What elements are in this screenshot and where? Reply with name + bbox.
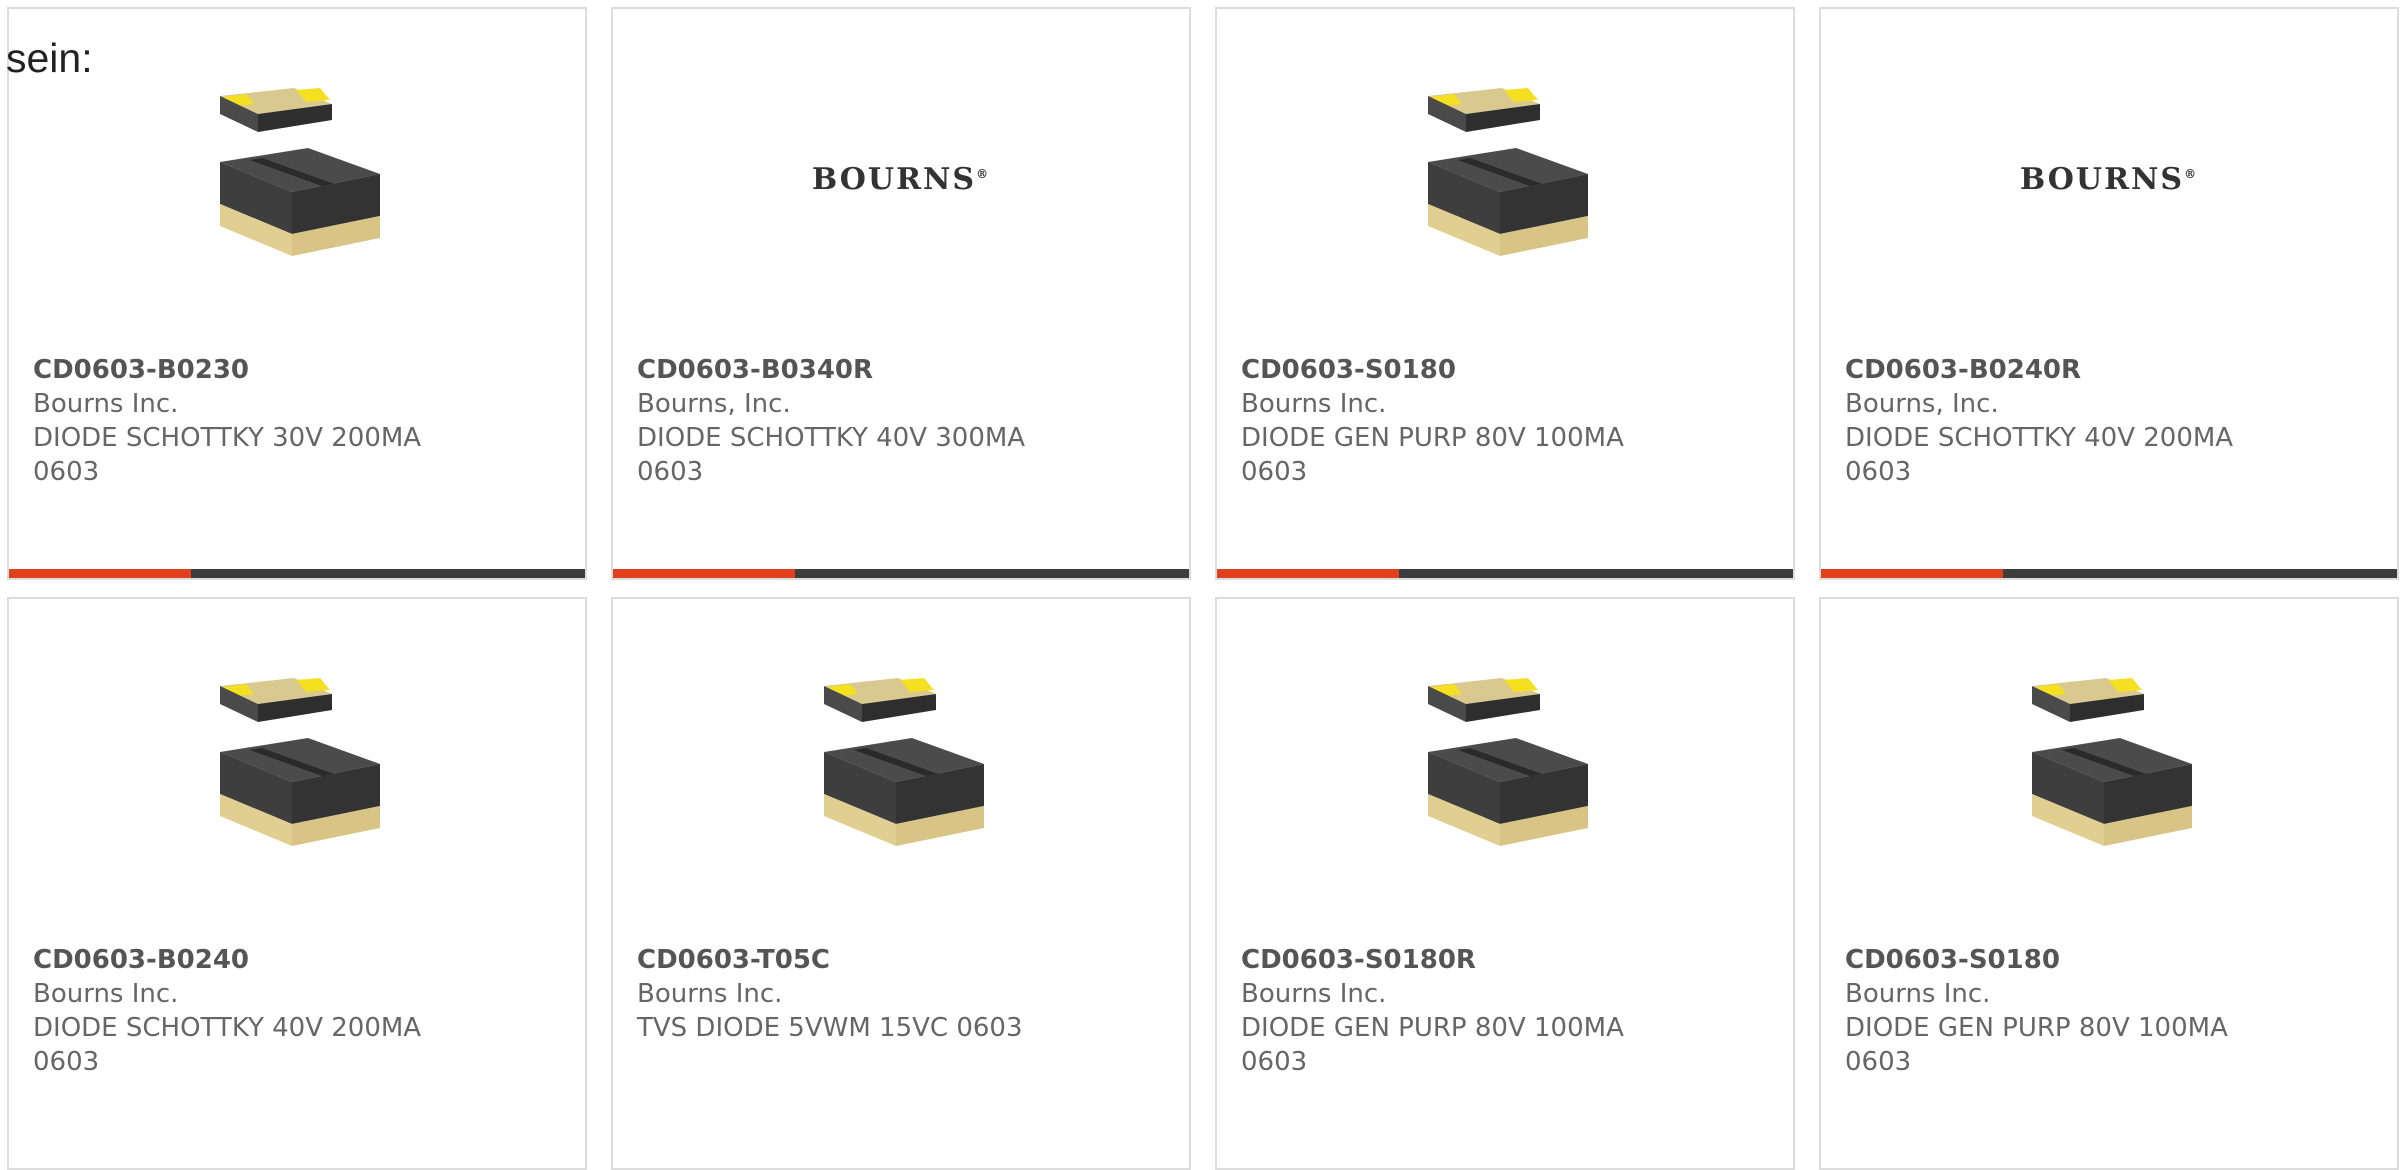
product-image[interactable] xyxy=(9,659,585,879)
diode-chip-icon xyxy=(192,74,402,284)
card-accent-bar xyxy=(1821,569,2003,578)
manufacturer: Bourns Inc. xyxy=(1845,979,1991,1009)
intro-text: sein: xyxy=(6,35,93,81)
product-info: CD0603-B0240R Bourns, Inc. DIODE SCHOTTK… xyxy=(1845,353,2265,489)
product-info: CD0603-T05C Bourns Inc. TVS DIODE 5VWM 1… xyxy=(637,943,1057,1045)
manufacturer: Bourns Inc. xyxy=(1241,389,1387,419)
bourns-logo: BOURNS® xyxy=(2019,161,2199,197)
card-bottom-bar xyxy=(9,569,585,578)
description: DIODE SCHOTTKY 40V 200MA 0603 xyxy=(33,1013,422,1077)
product-image[interactable]: BOURNS® xyxy=(613,69,1189,289)
part-number-link[interactable]: CD0603-S0180 xyxy=(1241,353,1661,387)
description: TVS DIODE 5VWM 15VC 0603 xyxy=(637,1013,1023,1043)
product-image[interactable] xyxy=(1217,69,1793,289)
part-number-link[interactable]: CD0603-S0180 xyxy=(1845,943,2265,977)
diode-chip-icon xyxy=(824,678,984,846)
product-info: CD0603-S0180R Bourns Inc. DIODE GEN PURP… xyxy=(1241,943,1661,1079)
product-image[interactable] xyxy=(613,659,1189,879)
product-image[interactable] xyxy=(9,69,585,289)
description: DIODE SCHOTTKY 40V 300MA 0603 xyxy=(637,423,1026,487)
card-accent-bar xyxy=(9,569,191,578)
product-info: CD0603-B0340R Bourns, Inc. DIODE SCHOTTK… xyxy=(637,353,1057,489)
product-info: CD0603-S0180 Bourns Inc. DIODE GEN PURP … xyxy=(1241,353,1661,489)
product-card[interactable]: CD0603-S0180 Bourns Inc. DIODE GEN PURP … xyxy=(1215,7,1795,580)
product-card[interactable]: BOURNS® CD0603-B0240R Bourns, Inc. DIODE… xyxy=(1819,7,2399,580)
part-number-link[interactable]: CD0603-B0230 xyxy=(33,353,453,387)
diode-chip-icon xyxy=(1428,88,1588,256)
part-number-link[interactable]: CD0603-B0240 xyxy=(33,943,453,977)
part-number-link[interactable]: CD0603-T05C xyxy=(637,943,1057,977)
diode-chip-icon xyxy=(1428,678,1588,846)
product-image[interactable]: BOURNS® xyxy=(1821,69,2397,289)
diode-chip-icon xyxy=(220,678,380,846)
product-info: CD0603-B0240 Bourns Inc. DIODE SCHOTTKY … xyxy=(33,943,453,1079)
product-info: CD0603-S0180 Bourns Inc. DIODE GEN PURP … xyxy=(1845,943,2265,1079)
product-card[interactable]: BOURNS® CD0603-B0340R Bourns, Inc. DIODE… xyxy=(611,7,1191,580)
description: DIODE GEN PURP 80V 100MA 0603 xyxy=(1845,1013,2228,1077)
product-card[interactable]: CD0603-T05C Bourns Inc. TVS DIODE 5VWM 1… xyxy=(611,597,1191,1170)
product-image[interactable] xyxy=(1821,659,2397,879)
product-card[interactable]: CD0603-S0180R Bourns Inc. DIODE GEN PURP… xyxy=(1215,597,1795,1170)
manufacturer: Bourns, Inc. xyxy=(637,389,791,419)
manufacturer: Bourns Inc. xyxy=(33,979,179,1009)
manufacturer: Bourns Inc. xyxy=(33,389,179,419)
card-bottom-bar xyxy=(1217,569,1793,578)
product-card[interactable]: CD0603-B0230 Bourns Inc. DIODE SCHOTTKY … xyxy=(7,7,587,580)
description: DIODE SCHOTTKY 30V 200MA 0603 xyxy=(33,423,422,487)
bourns-logo: BOURNS® xyxy=(811,161,991,197)
manufacturer: Bourns Inc. xyxy=(1241,979,1387,1009)
card-bottom-bar xyxy=(1821,569,2397,578)
manufacturer: Bourns, Inc. xyxy=(1845,389,1999,419)
product-card[interactable]: CD0603-S0180 Bourns Inc. DIODE GEN PURP … xyxy=(1819,597,2399,1170)
part-number-link[interactable]: CD0603-S0180R xyxy=(1241,943,1661,977)
product-card[interactable]: CD0603-B0240 Bourns Inc. DIODE SCHOTTKY … xyxy=(7,597,587,1170)
card-accent-bar xyxy=(613,569,795,578)
card-accent-bar xyxy=(1217,569,1399,578)
manufacturer: Bourns Inc. xyxy=(637,979,783,1009)
product-image[interactable] xyxy=(1217,659,1793,879)
card-bottom-bar xyxy=(613,569,1189,578)
description: DIODE GEN PURP 80V 100MA 0603 xyxy=(1241,423,1624,487)
part-number-link[interactable]: CD0603-B0340R xyxy=(637,353,1057,387)
product-info: CD0603-B0230 Bourns Inc. DIODE SCHOTTKY … xyxy=(33,353,453,489)
diode-chip-icon xyxy=(2032,678,2192,846)
description: DIODE SCHOTTKY 40V 200MA 0603 xyxy=(1845,423,2234,487)
part-number-link[interactable]: CD0603-B0240R xyxy=(1845,353,2265,387)
description: DIODE GEN PURP 80V 100MA 0603 xyxy=(1241,1013,1624,1077)
